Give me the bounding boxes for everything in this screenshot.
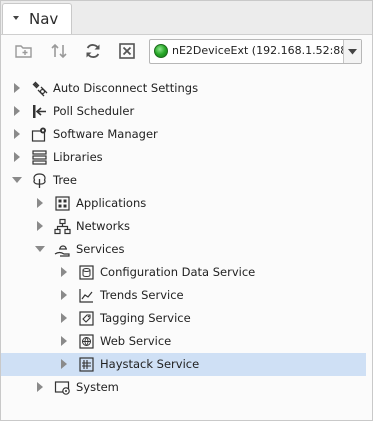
applications-grid-icon <box>55 196 70 211</box>
collapse-arrow-icon[interactable] <box>12 175 22 185</box>
tree-item-label: System <box>76 380 119 394</box>
station-select-value: nE2DeviceExt (192.168.1.52:88) <box>172 44 352 57</box>
tree-item-label: Configuration Data Service <box>100 265 256 279</box>
expand-arrow-icon[interactable] <box>12 129 22 139</box>
tab-bar: Nav <box>1 1 372 35</box>
tree-item-label: Tagging Service <box>100 311 191 325</box>
tree-item-label: Applications <box>76 196 147 210</box>
expand-arrow-icon[interactable] <box>35 221 45 231</box>
tree-item-system[interactable]: System <box>1 376 366 399</box>
tree-item-haystack-service[interactable]: Haystack Service <box>1 353 366 376</box>
tree-item-label: Services <box>76 242 125 256</box>
tree-item-label: Poll Scheduler <box>53 104 135 118</box>
expand-arrow-icon[interactable] <box>12 152 22 162</box>
tree-item-services[interactable]: Services <box>1 238 366 261</box>
sort-button[interactable] <box>48 40 70 62</box>
new-folder-icon <box>15 45 32 58</box>
expand-arrow-icon[interactable] <box>59 336 69 346</box>
tree-item-auto-disconnect-settings[interactable]: Auto Disconnect Settings <box>1 77 366 100</box>
expand-arrow-icon[interactable] <box>59 313 69 323</box>
tree-item-tree[interactable]: Tree <box>1 169 366 192</box>
tree-icon <box>33 173 46 188</box>
connection-status-icon <box>154 44 168 58</box>
tree-item-label: Web Service <box>100 334 172 348</box>
new-folder-button[interactable] <box>13 40 35 62</box>
tree-item-tagging-service[interactable]: Tagging Service <box>1 307 366 330</box>
poll-scheduler-icon <box>33 105 46 118</box>
refresh-button[interactable] <box>82 40 104 62</box>
tree-item-label: Libraries <box>53 150 103 164</box>
plug-disconnect-icon <box>32 81 48 97</box>
web-globe-icon <box>79 334 94 349</box>
chevron-down-icon <box>348 48 357 54</box>
nav-toolbar: nE2DeviceExt (192.168.1.52:88) <box>1 35 372 67</box>
library-books-icon <box>32 150 47 165</box>
close-button[interactable] <box>116 40 138 62</box>
close-icon <box>119 43 135 59</box>
trend-chart-icon <box>79 289 93 303</box>
tab-nav[interactable]: Nav <box>2 3 72 34</box>
configuration-data-icon <box>79 265 94 280</box>
sort-icon <box>51 43 67 59</box>
collapse-arrow-icon[interactable] <box>35 244 45 254</box>
haystack-icon <box>79 357 94 372</box>
expand-arrow-icon[interactable] <box>12 83 22 93</box>
station-dropdown-button[interactable] <box>343 40 361 63</box>
services-hand-icon <box>54 245 70 257</box>
expand-arrow-icon[interactable] <box>35 198 45 208</box>
tab-nav-label: Nav <box>29 10 59 28</box>
tree-item-label: Trends Service <box>100 288 184 302</box>
tree-item-networks[interactable]: Networks <box>1 215 366 238</box>
tree-item-configuration-data-service[interactable]: Configuration Data Service <box>1 261 366 284</box>
software-gear-icon <box>31 127 46 142</box>
tree-item-web-service[interactable]: Web Service <box>1 330 366 353</box>
tree-item-label: Auto Disconnect Settings <box>53 81 199 95</box>
tree-item-applications[interactable]: Applications <box>1 192 366 215</box>
dropdown-triangle-icon[interactable] <box>11 13 21 23</box>
tree-item-label: Networks <box>76 219 131 233</box>
tree-item-poll-scheduler[interactable]: Poll Scheduler <box>1 100 366 123</box>
tree-item-libraries[interactable]: Libraries <box>1 146 366 169</box>
tree-item-label: Haystack Service <box>100 357 200 371</box>
tree-item-trends-service[interactable]: Trends Service <box>1 284 366 307</box>
expand-arrow-icon[interactable] <box>59 359 69 369</box>
expand-arrow-icon[interactable] <box>59 267 69 277</box>
expand-arrow-icon[interactable] <box>59 290 69 300</box>
tree-item-software-manager[interactable]: Software Manager <box>1 123 366 146</box>
expand-arrow-icon[interactable] <box>35 382 45 392</box>
tag-icon <box>79 311 94 326</box>
tree-item-label: Software Manager <box>53 127 158 141</box>
system-gear-icon <box>54 381 70 395</box>
station-select[interactable]: nE2DeviceExt (192.168.1.52:88) <box>149 39 362 64</box>
network-icon <box>54 218 71 235</box>
tree-item-label: Tree <box>53 173 77 187</box>
expand-arrow-icon[interactable] <box>12 106 22 116</box>
refresh-icon <box>86 44 100 58</box>
nav-panel: Nav nE2DeviceExt (192.168.1.52:88) Auto … <box>0 0 373 421</box>
